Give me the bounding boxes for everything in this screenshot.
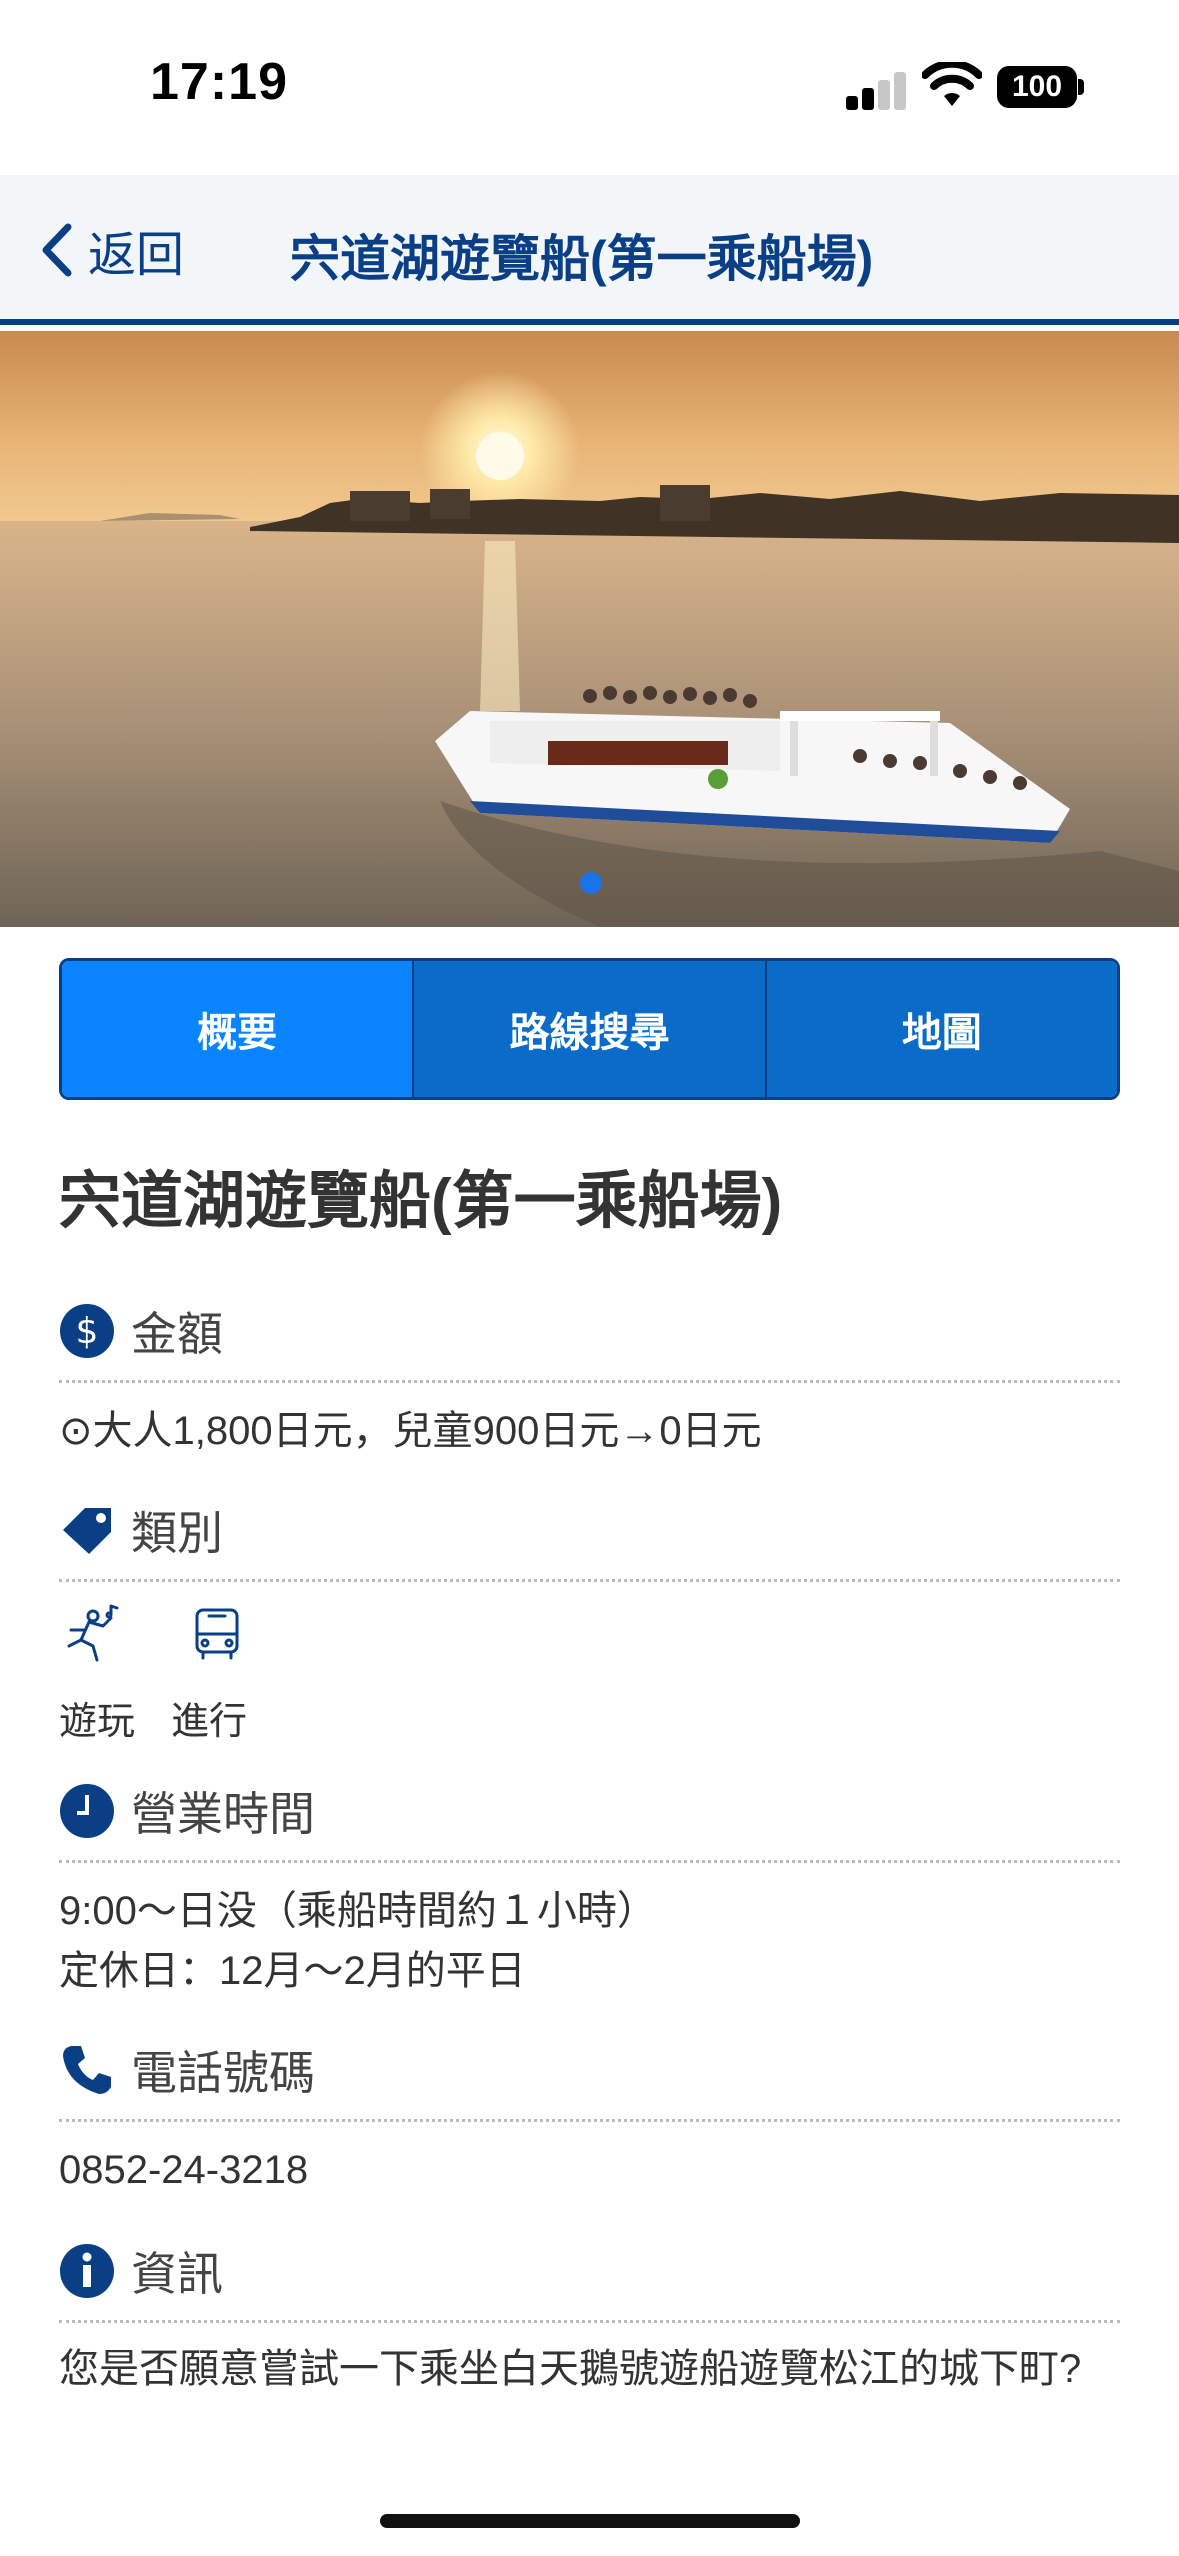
play-icon [67,1604,119,1662]
page-title: 宍道湖遊覽船(第一乘船場) [290,231,874,287]
price-text: ⊙大人1,800日元，兒童900日元→0日元 [59,1409,762,1453]
status-bar: 17:19 100 [0,0,1179,175]
info-label: 資訊 [131,2248,223,2300]
nav-header: 返回 宍道湖遊覽船(第一乘船場) [0,175,1179,325]
category-item-label: 遊玩 [59,1701,136,1743]
clock-icon [59,1783,115,1839]
back-label: 返回 [88,229,185,282]
chevron-left-icon [42,223,72,277]
dollar-icon: $ [59,1303,115,1359]
hours-line: 9:00〜日没（乘船時間約１小時） [59,1889,657,1933]
category-item-label: 進行 [171,1701,248,1743]
category-label: 類別 [131,1507,223,1559]
sunset-boat-photo [0,331,1179,927]
cellular-signal-icon [846,70,906,110]
tab-map[interactable]: 地圖 [764,961,1117,1097]
hours-label: 營業時間 [131,1788,315,1840]
info-section: 資訊 您是否願意嘗試一下乘坐白天鵝號遊船遊覽松江的城下町? [59,2236,1120,2435]
category-section: 類別 遊玩 進行 [59,1495,1120,1776]
svg-text:$: $ [76,1311,99,1352]
tab-overview[interactable]: 概要 [62,961,413,1097]
wifi-icon [922,62,982,106]
battery-cap [1078,79,1084,95]
phone-section: 電話號碼 0852-24-3218 [59,2035,1120,2236]
status-time: 17:19 [150,53,288,111]
carousel-dot[interactable] [580,872,602,894]
bus-icon [195,1608,239,1660]
place-title: 宍道湖遊覽船(第一乘船場) [59,1167,783,1236]
back-button[interactable]: 返回 [40,215,184,285]
info-icon [59,2243,115,2299]
phone-label: 電話號碼 [131,2047,315,2099]
price-section: $ 金額 ⊙大人1,800日元，兒童900日元→0日元 [59,1296,1120,1495]
home-indicator[interactable] [380,2514,800,2528]
hero-image[interactable] [0,331,1179,927]
price-label: 金額 [131,1308,223,1360]
battery-indicator: 100 [997,66,1077,108]
tab-route-search[interactable]: 路線搜尋 [412,961,765,1097]
info-text: 您是否願意嘗試一下乘坐白天鵝號遊船遊覽松江的城下町? [59,2347,1082,2391]
tab-bar: 概要 路線搜尋 地圖 [59,958,1120,1100]
detail-content: 宍道湖遊覽船(第一乘船場) $ 金額 ⊙大人1,800日元，兒童900日元→0日… [59,1150,1120,2435]
hours-section: 營業時間 9:00〜日没（乘船時間約１小時） 定休日：12月〜2月的平日 [59,1776,1120,2035]
tag-icon [59,1502,115,1558]
closed-days-line: 定休日：12月〜2月的平日 [59,1949,526,1993]
phone-number-link[interactable]: 0852-24-3218 [59,2122,1120,2236]
phone-icon [59,2042,115,2098]
